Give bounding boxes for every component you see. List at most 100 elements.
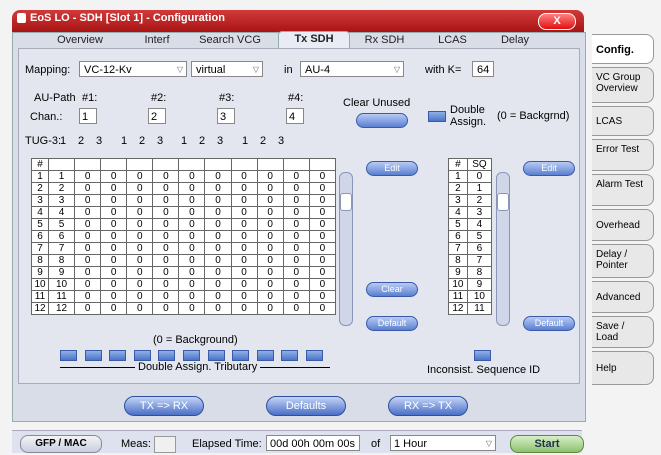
tributary-cell[interactable]: 0 <box>126 206 154 219</box>
container-select[interactable]: AU-4 ▽ <box>300 61 404 77</box>
mapping-select[interactable]: VC-12-Kv ▽ <box>79 61 187 77</box>
tributary-cell[interactable]: 0 <box>152 302 180 315</box>
tributary-cell[interactable]: 0 <box>204 194 232 207</box>
rx-to-tx-button[interactable]: RX => TX <box>388 396 468 416</box>
tributary-cell[interactable]: 0 <box>178 230 206 243</box>
edit-button-right[interactable]: Edit <box>523 161 575 176</box>
tributary-cell[interactable]: 0 <box>100 278 128 291</box>
tributary-cell[interactable]: 0 <box>282 182 310 195</box>
tributary-cell[interactable]: 0 <box>256 302 284 315</box>
tributary-cell[interactable]: 0 <box>282 170 310 183</box>
tributary-cell[interactable]: 0 <box>230 182 258 195</box>
tributary-cell[interactable]: 0 <box>282 206 310 219</box>
tributary-cell[interactable]: 0 <box>204 182 232 195</box>
tributary-cell[interactable]: 0 <box>74 194 102 207</box>
tributary-cell[interactable]: 4 <box>47 206 76 219</box>
tributary-cell[interactable]: 0 <box>152 242 180 255</box>
duration-select[interactable]: 1 Hour ▽ <box>390 435 496 451</box>
tributary-cell[interactable]: 0 <box>204 278 232 291</box>
tributary-cell[interactable]: 0 <box>152 290 180 303</box>
tributary-cell[interactable]: 0 <box>282 194 310 207</box>
tributary-cell[interactable]: 0 <box>204 206 232 219</box>
edit-button-left[interactable]: Edit <box>366 161 418 176</box>
sq-cell[interactable]: 0 <box>466 170 493 183</box>
tributary-cell[interactable]: 0 <box>230 290 258 303</box>
chan-field-4[interactable]: 4 <box>286 108 304 124</box>
side-tab-config[interactable]: Config. <box>592 34 654 64</box>
tributary-cell[interactable]: 0 <box>100 182 128 195</box>
tributary-cell[interactable]: 0 <box>100 230 128 243</box>
tributary-cell[interactable]: 0 <box>152 182 180 195</box>
sq-cell[interactable]: 1 <box>466 182 493 195</box>
chan-field-1[interactable]: 1 <box>79 108 97 124</box>
scrollbar-thumb[interactable] <box>497 193 509 211</box>
tributary-cell[interactable]: 0 <box>74 170 102 183</box>
tributary-cell[interactable]: 0 <box>126 302 154 315</box>
tributary-cell[interactable]: 0 <box>230 254 258 267</box>
tributary-cell[interactable]: 0 <box>256 206 284 219</box>
tributary-cell[interactable]: 0 <box>126 254 154 267</box>
tributary-cell[interactable]: 0 <box>100 206 128 219</box>
tributary-cell[interactable]: 0 <box>308 302 337 315</box>
side-tab-delay-pointer[interactable]: Delay / Pointer <box>592 244 654 278</box>
tributary-cell[interactable]: 0 <box>230 194 258 207</box>
meas-checkbox[interactable] <box>154 436 176 453</box>
tributary-cell[interactable]: 0 <box>152 278 180 291</box>
tributary-cell[interactable]: 0 <box>308 218 337 231</box>
tributary-cell[interactable]: 9 <box>47 266 76 279</box>
side-tab-vc-group-overview[interactable]: VC Group Overview <box>592 67 654 103</box>
default-button-left[interactable]: Default <box>366 316 418 331</box>
tributary-cell[interactable]: 0 <box>256 170 284 183</box>
sq-cell[interactable]: 10 <box>466 290 493 303</box>
tributary-cell[interactable]: 0 <box>256 266 284 279</box>
tributary-cell[interactable]: 0 <box>204 230 232 243</box>
tributary-cell[interactable]: 0 <box>126 182 154 195</box>
tributary-cell[interactable]: 0 <box>152 170 180 183</box>
tributary-cell[interactable]: 0 <box>204 302 232 315</box>
clear-unused-button[interactable] <box>356 113 408 128</box>
tributary-cell[interactable]: 0 <box>100 194 128 207</box>
tributary-cell[interactable]: 0 <box>74 254 102 267</box>
tributary-cell[interactable]: 0 <box>178 182 206 195</box>
tributary-cell[interactable]: 0 <box>256 278 284 291</box>
tributary-cell[interactable]: 0 <box>100 218 128 231</box>
tributary-cell[interactable]: 0 <box>126 278 154 291</box>
tributary-cell[interactable]: 0 <box>178 290 206 303</box>
tributary-cell[interactable]: 3 <box>47 194 76 207</box>
tributary-cell[interactable]: 0 <box>152 254 180 267</box>
tributary-cell[interactable]: 0 <box>230 170 258 183</box>
tributary-cell[interactable]: 0 <box>282 278 310 291</box>
sq-cell[interactable]: 2 <box>466 194 493 207</box>
tributary-cell[interactable]: 0 <box>74 206 102 219</box>
sq-cell[interactable]: 3 <box>466 206 493 219</box>
side-tab-advanced[interactable]: Advanced <box>592 281 654 313</box>
tributary-cell[interactable]: 0 <box>100 302 128 315</box>
close-button[interactable]: X <box>538 13 576 30</box>
tributary-cell[interactable]: 0 <box>74 242 102 255</box>
tributary-cell[interactable]: 0 <box>74 266 102 279</box>
tributary-cell[interactable]: 0 <box>178 170 206 183</box>
tributary-cell[interactable]: 0 <box>204 170 232 183</box>
tab-rx-sdh[interactable]: Rx SDH <box>357 33 412 47</box>
tributary-cell[interactable]: 0 <box>126 230 154 243</box>
side-tab-overhead[interactable]: Overhead <box>592 209 654 241</box>
sq-cell[interactable]: 5 <box>466 230 493 243</box>
tab-overview[interactable]: Overview <box>50 33 110 47</box>
tab-lcas[interactable]: LCAS <box>430 33 475 47</box>
tab-tx-sdh[interactable]: Tx SDH <box>278 31 350 49</box>
tributary-cell[interactable]: 0 <box>308 206 337 219</box>
tributary-cell[interactable]: 0 <box>282 218 310 231</box>
tributary-cell[interactable]: 0 <box>126 266 154 279</box>
tributary-cell[interactable]: 0 <box>256 218 284 231</box>
tx-to-rx-button[interactable]: TX => RX <box>124 396 204 416</box>
tributary-cell[interactable]: 0 <box>230 302 258 315</box>
clear-button[interactable]: Clear <box>366 282 418 297</box>
gfp-mac-button[interactable]: GFP / MAC <box>20 435 102 453</box>
default-button-right[interactable]: Default <box>523 316 575 331</box>
tributary-cell[interactable]: 1 <box>47 170 76 183</box>
tributary-cell[interactable]: 0 <box>178 278 206 291</box>
tributary-cell[interactable]: 0 <box>256 194 284 207</box>
sq-cell[interactable]: 9 <box>466 278 493 291</box>
side-tab-save-load[interactable]: Save / Load <box>592 316 654 348</box>
tributary-cell[interactable]: 0 <box>230 218 258 231</box>
